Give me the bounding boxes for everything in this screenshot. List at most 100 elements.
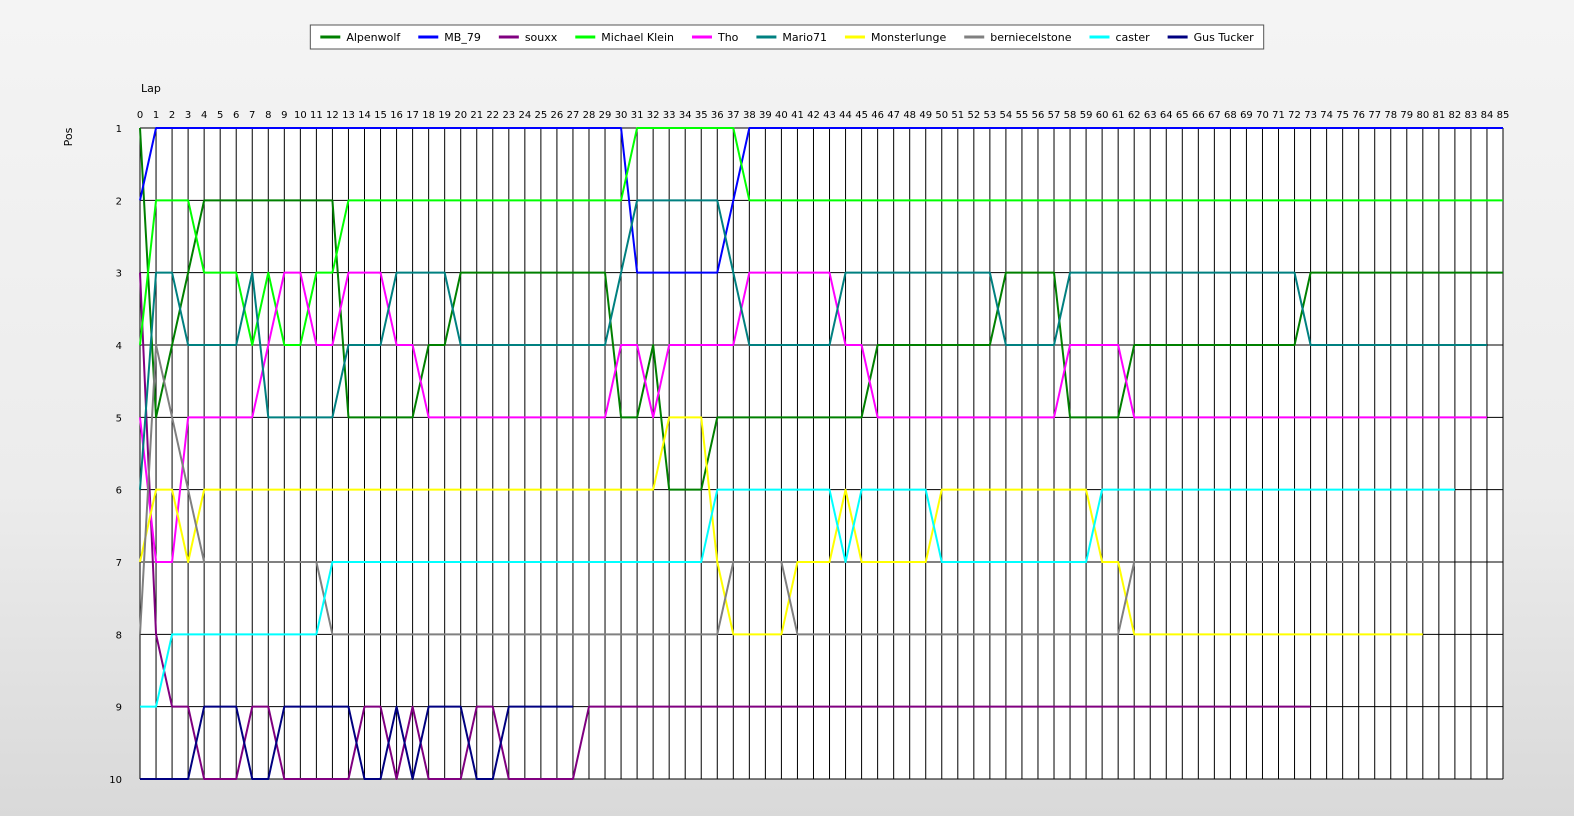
x-tick-label: 29: [599, 110, 612, 121]
x-tick-label: 70: [1256, 110, 1269, 121]
y-tick-label: 6: [116, 486, 122, 497]
x-tick-label: 56: [1032, 110, 1045, 121]
x-tick-labels: 0 1 2 3 4 5 6 7 8 9 10 11 12 13 14 15 16 17 18 19 20 21 22 23 24…: [137, 110, 1510, 121]
y-tick-label: 4: [116, 341, 122, 352]
x-tick-label: 49: [919, 110, 932, 121]
y-axis-label: Pos: [62, 127, 75, 146]
x-tick-label: 59: [1080, 110, 1093, 121]
x-tick-label: 27: [567, 110, 580, 121]
x-tick-label: 42: [807, 110, 820, 121]
x-tick-label: 48: [903, 110, 916, 121]
x-tick-label: 79: [1400, 110, 1413, 121]
grid: [139, 127, 1504, 780]
x-tick-label: 60: [1096, 110, 1109, 121]
x-tick-label: 55: [1016, 110, 1029, 121]
x-tick-label: 47: [887, 110, 900, 121]
y-tick-labels: 1 2 3 4 5 6 7 8 9 10: [109, 124, 122, 786]
y-tick-label: 10: [109, 775, 122, 786]
x-tick-label: 26: [551, 110, 564, 121]
x-tick-label: 30: [615, 110, 628, 121]
x-tick-label: 0: [137, 110, 143, 121]
x-tick-label: 2: [169, 110, 175, 121]
x-tick-label: 46: [871, 110, 884, 121]
y-tick-label: 9: [116, 703, 122, 714]
x-tick-label: 10: [294, 110, 307, 121]
x-tick-label: 58: [1064, 110, 1077, 121]
x-tick-label: 62: [1128, 110, 1141, 121]
legend-label-tho: Tho: [717, 31, 739, 44]
x-tick-label: 80: [1416, 110, 1429, 121]
y-tick-label: 7: [116, 558, 122, 569]
x-tick-label: 44: [839, 110, 852, 121]
x-tick-label: 36: [711, 110, 724, 121]
x-tick-label: 15: [374, 110, 387, 121]
x-tick-label: 85: [1497, 110, 1510, 121]
x-tick-label: 57: [1048, 110, 1061, 121]
x-tick-label: 4: [201, 110, 207, 121]
x-tick-label: 40: [775, 110, 788, 121]
x-tick-label: 39: [759, 110, 772, 121]
x-tick-label: 5: [217, 110, 223, 121]
x-tick-label: 25: [535, 110, 548, 121]
x-tick-label: 50: [935, 110, 948, 121]
x-tick-label: 66: [1192, 110, 1205, 121]
y-tick-label: 8: [116, 630, 122, 641]
x-tick-label: 12: [326, 110, 339, 121]
x-tick-label: 1: [153, 110, 159, 121]
x-tick-label: 84: [1481, 110, 1494, 121]
x-tick-label: 8: [265, 110, 271, 121]
x-tick-label: 22: [486, 110, 499, 121]
x-tick-label: 38: [743, 110, 756, 121]
legend-label-berniecelstone: berniecelstone: [990, 31, 1071, 44]
x-tick-label: 65: [1176, 110, 1189, 121]
legend-label-mario71: Mario71: [782, 31, 827, 44]
legend-label-michael-klein: Michael Klein: [601, 31, 674, 44]
x-tick-label: 13: [342, 110, 355, 121]
x-tick-label: 34: [679, 110, 692, 121]
plot-area: [140, 128, 1503, 779]
x-tick-label: 77: [1368, 110, 1381, 121]
legend-label-caster: caster: [1116, 31, 1151, 44]
x-tick-label: 63: [1144, 110, 1157, 121]
x-tick-label: 75: [1336, 110, 1349, 121]
x-tick-label: 43: [823, 110, 836, 121]
x-tick-label: 69: [1240, 110, 1253, 121]
x-tick-label: 83: [1465, 110, 1478, 121]
x-tick-label: 14: [358, 110, 371, 121]
legend-label-monsterlunge: Monsterlunge: [871, 31, 947, 44]
x-tick-label: 20: [454, 110, 467, 121]
x-tick-label: 17: [406, 110, 419, 121]
x-tick-label: 33: [663, 110, 676, 121]
x-tick-label: 28: [583, 110, 596, 121]
y-tick-label: 5: [116, 413, 122, 424]
x-tick-label: 64: [1160, 110, 1173, 121]
legend: Alpenwolf MB_79 souxx Michael Klein Tho Mario…: [309, 24, 1265, 50]
x-tick-label: 41: [791, 110, 804, 121]
x-tick-label: 52: [967, 110, 980, 121]
x-axis-label: Lap: [141, 82, 161, 95]
x-tick-label: 73: [1304, 110, 1317, 121]
x-tick-label: 18: [422, 110, 435, 121]
x-tick-label: 71: [1272, 110, 1285, 121]
x-tick-label: 67: [1208, 110, 1221, 121]
x-tick-label: 24: [518, 110, 531, 121]
x-tick-label: 35: [695, 110, 708, 121]
x-tick-label: 68: [1224, 110, 1237, 121]
x-tick-label: 78: [1384, 110, 1397, 121]
x-tick-label: 7: [249, 110, 255, 121]
x-tick-label: 16: [390, 110, 403, 121]
x-tick-label: 72: [1288, 110, 1301, 121]
x-tick-label: 6: [233, 110, 239, 121]
x-tick-label: 81: [1432, 110, 1445, 121]
x-tick-label: 82: [1449, 110, 1462, 121]
x-tick-label: 54: [1000, 110, 1013, 121]
x-tick-label: 23: [502, 110, 515, 121]
legend-label-souxx: souxx: [525, 31, 558, 44]
x-tick-label: 19: [438, 110, 451, 121]
x-tick-label: 61: [1112, 110, 1125, 121]
x-tick-label: 53: [984, 110, 997, 121]
x-tick-label: 45: [855, 110, 868, 121]
x-tick-label: 9: [281, 110, 287, 121]
x-tick-label: 21: [470, 110, 483, 121]
legend-label-alpenwolf: Alpenwolf: [346, 31, 401, 44]
